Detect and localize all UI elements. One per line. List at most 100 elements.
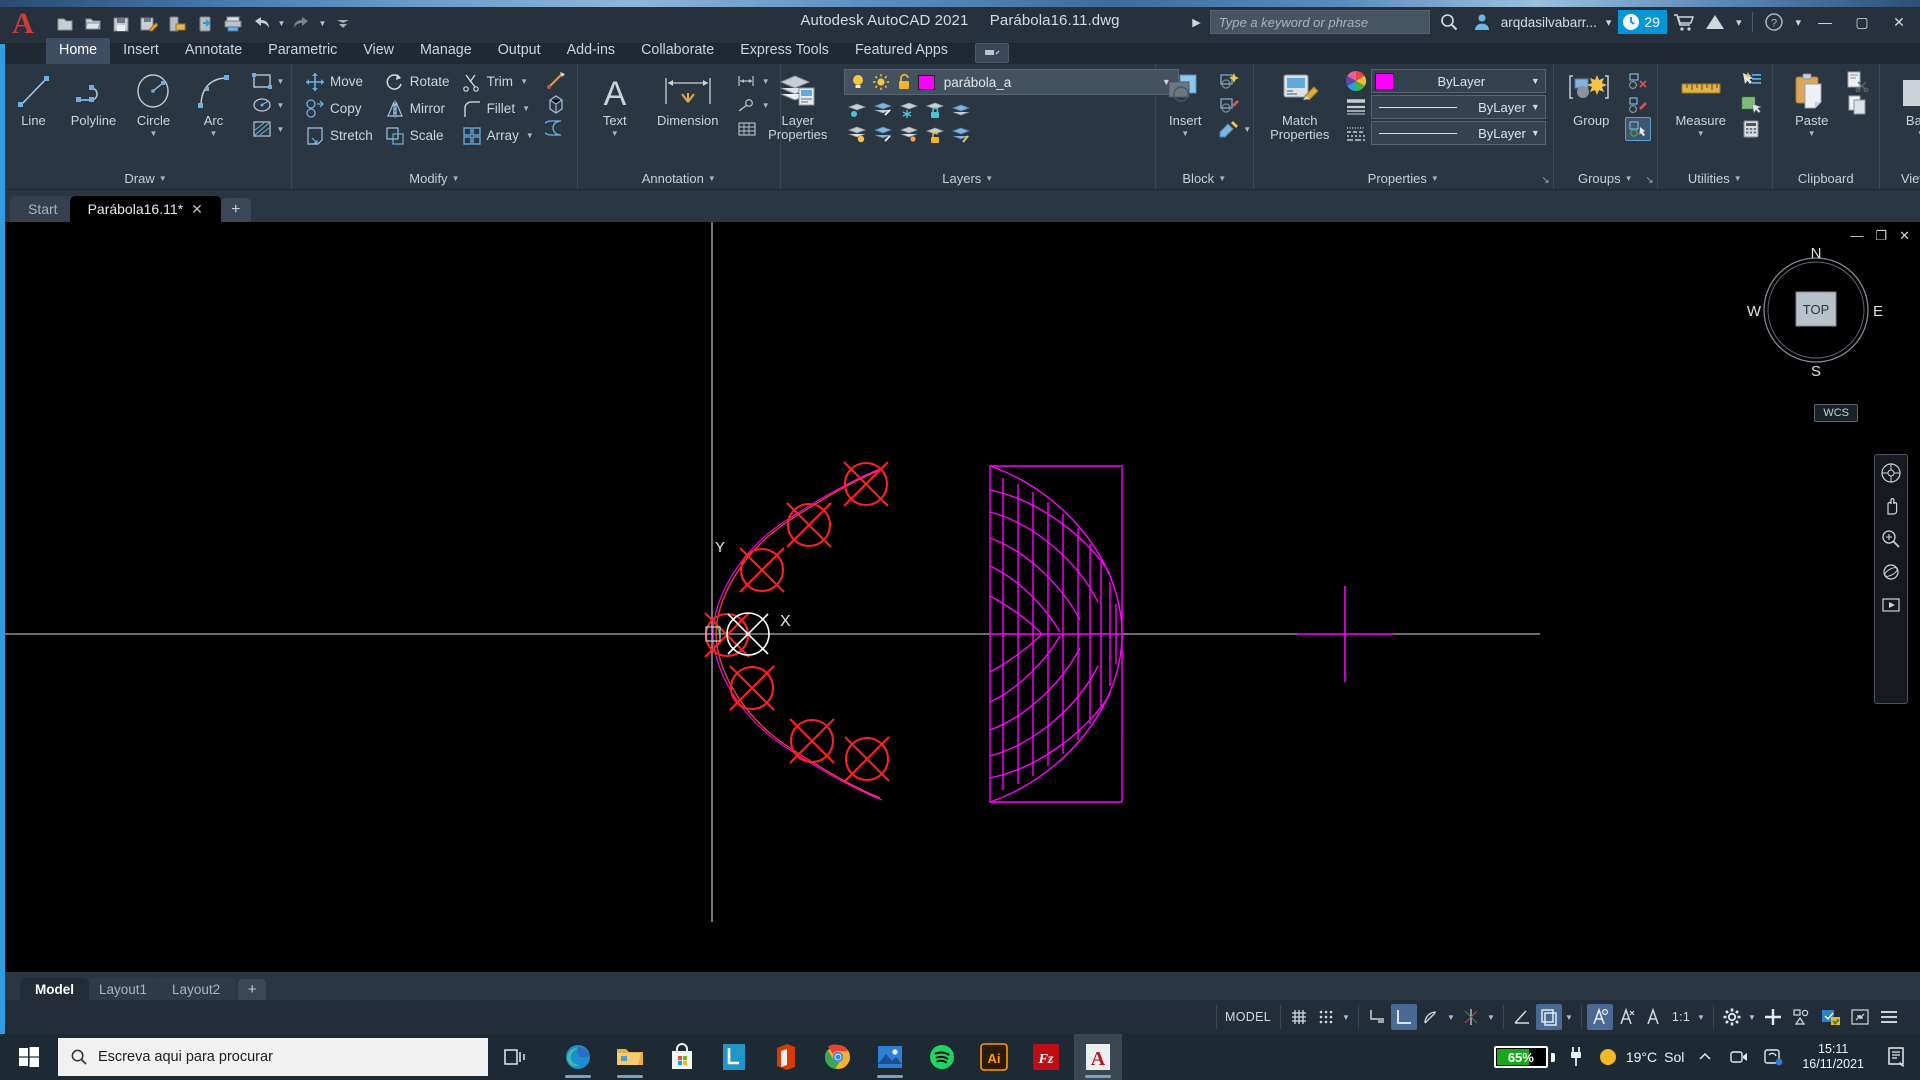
weather-widget[interactable]: 19°C Sol xyxy=(1597,1046,1684,1068)
tab-express-tools[interactable]: Express Tools xyxy=(727,38,842,64)
color-wheel-icon[interactable] xyxy=(1345,70,1367,92)
user-name-label[interactable]: arqdasilvabarr... xyxy=(1501,15,1597,30)
tab-collaborate[interactable]: Collaborate xyxy=(628,38,727,64)
polar-tracking-toggle[interactable] xyxy=(1418,1004,1444,1030)
tab-home[interactable]: Home xyxy=(46,38,111,64)
layout-tab-layout2[interactable]: Layout2 xyxy=(157,978,236,1000)
panel-clipboard-title[interactable]: Clipboard xyxy=(1775,167,1877,189)
taskbar-clock[interactable]: 15:11 16/11/2021 xyxy=(1794,1042,1872,1072)
workspace-switching-icon[interactable] xyxy=(1719,1004,1745,1030)
annotation-visibility-toggle[interactable] xyxy=(1587,1004,1613,1030)
hatch-caret-icon[interactable]: ▼ xyxy=(275,125,287,134)
zoom-extents-icon[interactable] xyxy=(1878,526,1904,552)
object-snap-toggle[interactable] xyxy=(1509,1004,1535,1030)
taskbar-app-file-explorer[interactable] xyxy=(606,1034,654,1080)
match-properties-button[interactable]: Match Properties xyxy=(1261,69,1339,145)
layer-turn-on-icon[interactable] xyxy=(870,123,896,147)
layer-unlock-icon[interactable] xyxy=(922,123,948,147)
base-view-button[interactable]: Base ▼ xyxy=(1888,69,1920,141)
modify-move-button[interactable]: Move xyxy=(300,68,378,95)
show-hidden-icons-chevron-icon[interactable] xyxy=(1692,1042,1718,1072)
tab-addins[interactable]: Add-ins xyxy=(554,38,628,64)
panel-modify-title[interactable]: Modify ▼ xyxy=(294,167,575,189)
sun-icon[interactable] xyxy=(872,73,890,91)
panel-groups-title[interactable]: Groups ▼ xyxy=(1556,167,1655,189)
ucs-selector-chip[interactable]: WCS xyxy=(1814,404,1858,422)
panel-annotation-title[interactable]: Annotation ▼ xyxy=(580,167,778,189)
layer-thaw-icon[interactable] xyxy=(896,123,922,147)
shopping-cart-icon[interactable] xyxy=(1670,8,1698,36)
clean-screen-icon[interactable] xyxy=(1846,1004,1874,1030)
pan-icon[interactable] xyxy=(1878,493,1904,519)
object-color-combo[interactable]: ByLayer ▼ xyxy=(1370,69,1546,93)
taskbar-app-microsoft-edge[interactable] xyxy=(554,1034,602,1080)
search-input[interactable] xyxy=(1218,14,1421,30)
tab-output[interactable]: Output xyxy=(485,38,554,64)
new-layout-button[interactable]: + xyxy=(238,979,267,1000)
current-layer-combo[interactable]: parábola_a ▼ xyxy=(843,69,1179,95)
onedrive-sync-icon[interactable] xyxy=(1760,1042,1786,1072)
group-selection-on-icon[interactable] xyxy=(1625,117,1652,141)
file-tab-start[interactable]: Start xyxy=(10,196,76,222)
orbit-icon[interactable] xyxy=(1878,559,1904,585)
groups-dialog-launcher-icon[interactable]: ↘ xyxy=(1645,175,1653,186)
rectangle-caret-icon[interactable]: ▼ xyxy=(275,77,287,86)
draw-line-button[interactable]: Line xyxy=(5,69,63,131)
close-icon[interactable]: ✕ xyxy=(191,201,203,218)
modify-rotate-button[interactable]: Rotate xyxy=(380,68,455,95)
draw-arc-caret-icon[interactable]: ▼ xyxy=(210,129,218,138)
create-block-icon[interactable] xyxy=(1216,69,1242,93)
insert-block-button[interactable]: Insert ▼ xyxy=(1156,69,1214,141)
ungroup-icon[interactable] xyxy=(1625,69,1651,93)
start-button-icon[interactable] xyxy=(0,1034,58,1080)
linetype-icon[interactable] xyxy=(1345,122,1367,144)
quick-measure-icon[interactable] xyxy=(1738,93,1764,117)
layer-freeze-icon[interactable] xyxy=(896,98,922,122)
task-view-icon[interactable] xyxy=(488,1034,542,1080)
revision-cloud-icon[interactable] xyxy=(249,93,275,117)
panel-groups-expand-icon[interactable]: ▼ xyxy=(1625,174,1633,183)
close-button[interactable]: ✕ xyxy=(1882,5,1916,39)
taskbar-app-adobe-illustrator[interactable]: Ai xyxy=(970,1034,1018,1080)
showmotion-icon[interactable] xyxy=(1878,592,1904,618)
infer-constraints-toggle[interactable] xyxy=(1364,1004,1390,1030)
drawing-viewport[interactable]: — ❐ ✕ Y X TOP N S E W WCS xyxy=(0,222,1920,972)
linetype-combo[interactable]: ByLayer ▼ xyxy=(1370,121,1546,145)
layer-lock-icon[interactable] xyxy=(922,98,948,122)
taskbar-app-autocad[interactable]: A xyxy=(1074,1034,1122,1080)
linetype-caret-icon[interactable]: ▼ xyxy=(1531,128,1542,138)
panel-properties-title[interactable]: Properties ▼ xyxy=(1256,167,1551,189)
tab-manage[interactable]: Manage xyxy=(407,38,485,64)
taskbar-app-google-chrome[interactable] xyxy=(814,1034,862,1080)
object-snap-tracking-toggle[interactable] xyxy=(1458,1004,1484,1030)
modify-array-caret-icon[interactable]: ▼ xyxy=(526,131,534,140)
autodesk-menu-caret-icon[interactable]: ▾ xyxy=(1732,16,1746,29)
polar-settings-caret-icon[interactable]: ▼ xyxy=(1445,1013,1457,1022)
lineweight-caret-icon[interactable]: ▼ xyxy=(1531,102,1542,112)
modify-scale-button[interactable]: Scale xyxy=(380,122,455,149)
viewport-minimize-button[interactable]: — xyxy=(1850,228,1863,244)
layer-off-icon[interactable] xyxy=(844,123,870,147)
modify-fillet-caret-icon[interactable]: ▼ xyxy=(522,104,530,113)
layer-properties-button[interactable]: Layer Properties xyxy=(757,69,839,145)
taskbar-app-lightshot[interactable] xyxy=(710,1034,758,1080)
open-from-web-icon[interactable] xyxy=(164,11,190,37)
draw-arc-button[interactable]: Arc ▼ xyxy=(185,69,243,141)
snap-mode-toggle[interactable] xyxy=(1313,1004,1339,1030)
taskbar-app-photos[interactable] xyxy=(866,1034,914,1080)
full-navigation-wheel-icon[interactable] xyxy=(1878,460,1904,486)
grid-display-toggle[interactable] xyxy=(1286,1004,1312,1030)
taskbar-app-filezilla[interactable]: Fz xyxy=(1022,1034,1070,1080)
unlock-icon[interactable] xyxy=(895,73,913,91)
layout-tab-model[interactable]: Model xyxy=(20,978,89,1000)
annotation-scale-caret-icon[interactable]: ▼ xyxy=(1695,1013,1707,1022)
measure-button[interactable]: Measure ▼ xyxy=(1666,69,1736,141)
user-menu-caret-icon[interactable]: ▾ xyxy=(1602,16,1616,29)
customize-qat-icon[interactable] xyxy=(330,11,356,37)
viewport-close-button[interactable]: ✕ xyxy=(1899,228,1910,244)
offset-icon[interactable] xyxy=(543,116,569,140)
3d-solid-icon[interactable] xyxy=(543,92,569,116)
help-menu-caret-icon[interactable]: ▾ xyxy=(1791,16,1805,29)
rectangle-icon[interactable] xyxy=(249,69,275,93)
layer-isolate-icon[interactable] xyxy=(844,98,870,122)
